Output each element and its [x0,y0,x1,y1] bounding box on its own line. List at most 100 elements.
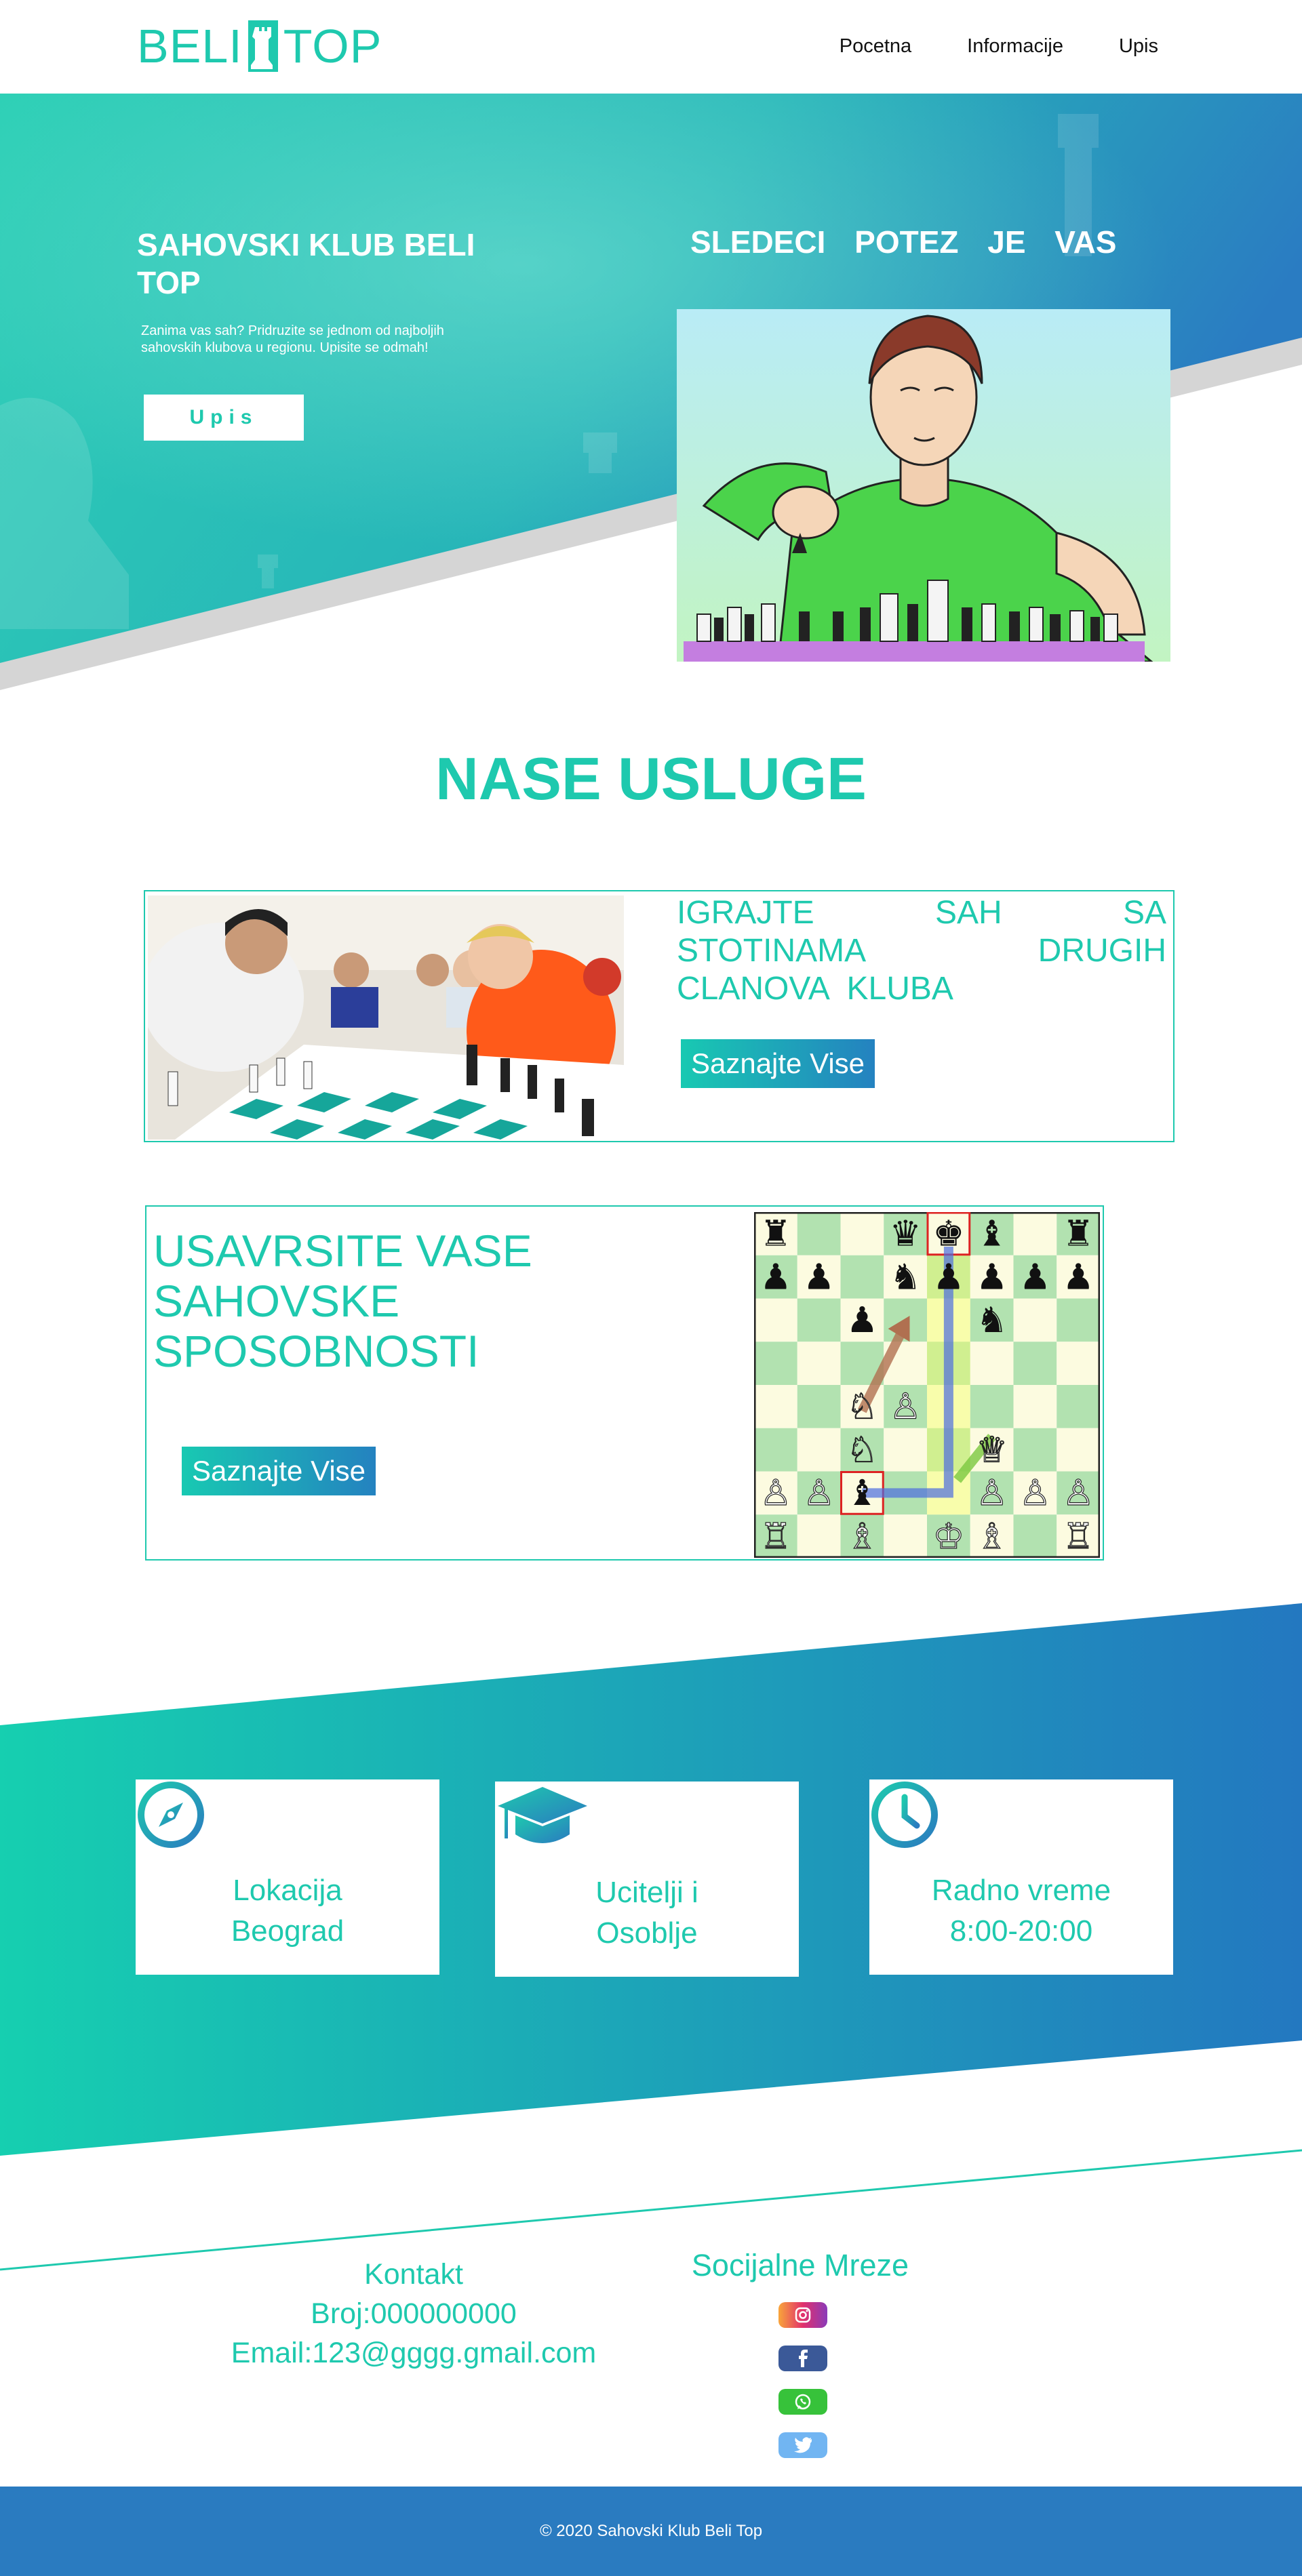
features-section: Lokacija Beograd Ucitelji i Osoblje Radno … [0,1603,1302,2159]
learn-more-button-improve[interactable]: Saznajte Vise [182,1447,376,1495]
board-square [1013,1298,1057,1342]
twitter-button[interactable] [778,2432,827,2458]
chess-piece: ♙ [1063,1472,1094,1514]
contact-phone: Broj:000000000 [311,2297,517,2330]
chess-player-illustration [677,309,1170,662]
board-square [1057,1385,1100,1428]
chess-piece: ♖ [1063,1516,1094,1557]
feature-hours-line1: Radno vreme [931,1874,1111,1907]
feature-teachers-line1: Ucitelji i [595,1876,698,1909]
board-square [1013,1514,1057,1558]
hero-description: Zanima vas sah? Pridruzite se jednom od … [141,323,444,355]
feature-teachers-line2: Osoblje [596,1916,698,1950]
hero-slogan: SLEDECI POTEZ JE VAS [690,224,1117,260]
chess-piece: ♟ [932,1256,964,1297]
board-square [840,1212,884,1255]
contact-email[interactable]: Email:123@gggg.gmail.com [210,2333,617,2373]
chess-piece: ♗ [976,1516,1008,1557]
chess-piece: ♚ [932,1213,964,1255]
chess-piece: ♟ [1019,1256,1051,1297]
instagram-icon [795,2307,811,2323]
top-navbar: BELI TOP Pocetna Informacije Upis [0,0,1302,94]
nav-link-pocetna[interactable]: Pocetna [840,35,911,58]
chess-piece: ♙ [803,1472,835,1514]
footer: © 2020 Sahovski Klub Beli Top [0,2487,1302,2576]
board-square [797,1212,841,1255]
board-square [970,1342,1014,1385]
board-square [1013,1342,1057,1385]
chess-piece: ♘ [846,1386,878,1428]
instagram-button[interactable] [778,2302,827,2328]
contact-block: Kontakt Broj:000000000 Email:123@gggg.gm… [210,2255,617,2373]
social-title: Socijalne Mreze [691,2248,909,2282]
chess-piece: ♜ [760,1213,791,1255]
board-square [754,1298,797,1342]
facebook-icon [799,2350,808,2367]
board-square [884,1514,927,1558]
service-card-improve: USAVRSITE VASE SAHOVSKE SPOSOBNOSTI Sazn… [145,1205,1104,1561]
service-card-play: IGRAJTE SAH SA STOTINAMA DRUGIH CLANOVA … [144,890,1175,1142]
enroll-button[interactable]: Upis [144,395,304,441]
clock-icon [871,1782,938,1848]
chess-piece: ♖ [760,1516,791,1557]
board-square [797,1385,841,1428]
compass-icon [138,1782,204,1848]
board-square [754,1385,797,1428]
rook-logo-icon [248,20,278,72]
facebook-button[interactable] [778,2346,827,2371]
chess-piece: ♕ [976,1429,1008,1470]
section-divider-line [0,2149,1302,2271]
feature-hours-line2: 8:00-20:00 [949,1914,1093,1948]
chess-piece: ♟ [803,1256,835,1297]
site-logo[interactable]: BELI TOP [137,19,382,73]
graduation-cap-icon [498,1787,587,1843]
board-square [970,1385,1014,1428]
footer-copyright: © 2020 Sahovski Klub Beli Top [539,2522,763,2540]
chess-piece: ♗ [846,1516,878,1557]
service-card-play-text: IGRAJTE SAH SA STOTINAMA DRUGIH CLANOVA … [677,895,1166,1007]
chess-piece: ♙ [760,1472,791,1514]
chess-piece: ♞ [890,1256,922,1297]
board-square [754,1428,797,1472]
chess-piece: ♟ [760,1256,791,1297]
service-card-improve-text: USAVRSITE VASE SAHOVSKE SPOSOBNOSTI [153,1226,532,1376]
nav-links: Pocetna Informacije Upis [840,35,1158,58]
logo-text-beli: BELI [137,20,243,73]
board-square [840,1255,884,1299]
board-square [1013,1385,1057,1428]
feature-card-location: Lokacija Beograd [136,1779,439,1975]
board-square [1057,1428,1100,1472]
board-square [1013,1212,1057,1255]
board-square [1013,1428,1057,1472]
feature-location-line1: Lokacija [233,1874,342,1907]
board-square [884,1428,927,1472]
board-square [797,1298,841,1342]
nav-link-informacije[interactable]: Informacije [967,35,1063,58]
chess-piece: ♞ [976,1300,1008,1341]
chess-piece: ♟ [846,1300,878,1341]
board-square [1057,1298,1100,1342]
board-square [797,1428,841,1472]
chess-piece: ♝ [846,1472,878,1514]
board-square [754,1342,797,1385]
board-square [1057,1342,1100,1385]
chess-piece: ♟ [1063,1256,1094,1297]
services-title: NASE USLUGE [435,745,867,812]
hero-section: SAHOVSKI KLUB BELI TOP Zanima vas sah? P… [0,94,1302,717]
chess-piece: ♘ [846,1429,878,1470]
feature-card-teachers: Ucitelji i Osoblje [495,1782,799,1977]
chess-piece: ♜ [1063,1213,1094,1255]
twitter-icon [794,2437,812,2453]
nav-link-upis[interactable]: Upis [1119,35,1158,58]
chess-board-diagram: ♜ ♛ ♚ ♝ ♜♟ ♟ ♞ ♟ ♟ ♟ ♟♟ ♞♘ ♙♘ ♕♙ ♙ ♝ ♙ ♙ ♙♖ ♗ ♔ ♗ ♖ [754,1212,1100,1558]
feature-location-line2: Beograd [231,1914,344,1948]
feature-card-hours: Radno vreme 8:00-20:00 [869,1779,1173,1975]
chess-piece: ♙ [890,1386,922,1428]
chess-piece: ♙ [1019,1472,1051,1514]
whatsapp-button[interactable] [778,2389,827,2415]
chess-piece: ♔ [932,1516,964,1557]
learn-more-button-play[interactable]: Saznajte Vise [681,1039,875,1088]
chess-tournament-photo [148,895,624,1140]
chess-piece: ♝ [976,1213,1008,1255]
chess-piece: ♙ [976,1472,1008,1514]
